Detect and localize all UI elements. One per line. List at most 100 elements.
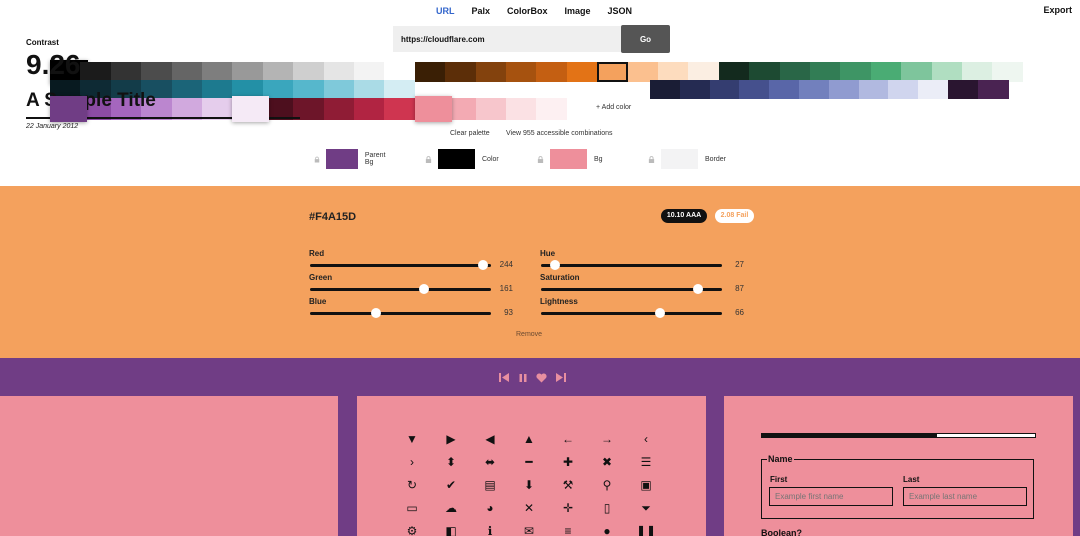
mail-icon[interactable]: ✉ [517,524,541,536]
chevron-right-icon[interactable]: › [400,455,424,469]
menu-icon[interactable]: ☰ [634,455,658,469]
close-icon[interactable]: ✖ [595,455,619,469]
palette-swatch[interactable] [962,62,993,82]
palette-swatch[interactable] [992,62,1024,82]
check-icon[interactable]: ✔ [439,478,463,492]
heart-icon[interactable] [536,372,547,383]
lock-icon[interactable] [648,155,655,163]
chevron-left-icon[interactable]: ‹ [634,432,658,446]
palette-swatch[interactable] [232,96,270,122]
palette-swatch[interactable] [506,62,537,82]
palette-swatch[interactable] [597,62,629,82]
slider-lightness[interactable] [541,308,722,318]
tab-colorbox[interactable]: ColorBox [507,6,548,16]
list-icon[interactable]: ≡ [556,524,580,536]
palette-swatch[interactable] [384,62,416,82]
last-name-input[interactable] [903,487,1027,506]
pause-icon[interactable]: ❚❚ [634,524,658,536]
palette-swatch[interactable] [977,80,1009,99]
skip-forward-icon[interactable] [555,372,566,383]
slider-handle[interactable] [419,284,430,294]
slider-handle[interactable] [655,308,666,318]
palette-swatch[interactable] [536,98,568,120]
palette-swatch[interactable] [650,80,681,99]
palette-swatch[interactable] [475,98,507,120]
palette-swatch[interactable] [799,80,830,99]
palette-swatch[interactable] [709,80,741,99]
clear-palette-link[interactable]: Clear palette [450,130,490,137]
palette-swatch[interactable] [293,62,325,82]
skip-back-icon[interactable] [498,372,509,383]
palette-swatch[interactable] [262,62,294,82]
tab-json[interactable]: JSON [608,6,633,16]
expand-vertical-icon[interactable]: ⬍ [439,455,463,469]
slider-saturation[interactable] [541,284,722,294]
palette-swatch[interactable] [141,62,173,82]
role-swatch[interactable] [550,149,587,169]
view-combinations-link[interactable]: View 955 accessible combinations [506,130,613,137]
url-input[interactable] [393,26,621,52]
caret-left-icon[interactable]: ◀ [478,432,502,446]
calendar-icon[interactable]: ▤ [478,478,502,492]
role-swatch[interactable] [661,149,698,169]
palette-swatch[interactable] [50,96,87,122]
caret-up-icon[interactable]: ▲ [517,432,541,446]
tab-palx[interactable]: Palx [472,6,491,16]
palette-swatch[interactable] [354,62,385,82]
go-button[interactable]: Go [621,25,670,53]
caret-right-icon[interactable]: ▶ [439,432,463,446]
palette-swatch[interactable] [354,98,385,120]
hex-value[interactable]: #F4A15D [309,211,356,223]
add-color-button[interactable]: + Add color [596,104,631,111]
role-swatch[interactable] [438,149,475,169]
palette-swatch[interactable] [901,62,933,82]
palette-swatch[interactable] [536,62,568,82]
palette-swatch[interactable] [202,80,233,99]
palette-swatch[interactable] [688,62,720,82]
role-swatch[interactable] [326,149,358,169]
palette-swatch[interactable] [718,62,750,82]
tab-url[interactable]: URL [436,6,455,16]
palette-swatch[interactable] [171,80,203,99]
palette-swatch[interactable] [679,80,711,99]
palette-swatch[interactable] [384,98,416,120]
lock-icon[interactable] [537,155,544,163]
chat-icon[interactable]: ▣ [634,478,658,492]
palette-swatch[interactable] [858,80,890,99]
palette-swatch[interactable] [414,62,446,82]
pie-chart-icon[interactable]: ◕ [478,501,502,515]
slider-red[interactable] [310,260,491,270]
palette-swatch[interactable] [475,62,507,82]
palette-swatch[interactable] [810,62,841,82]
palette-swatch[interactable] [232,62,264,82]
palette-swatch[interactable] [888,80,920,99]
minus-icon[interactable]: ━ [517,455,541,469]
caret-down-icon[interactable]: ▼ [400,432,424,446]
palette-swatch[interactable] [506,98,537,120]
shrink-icon[interactable]: ✕ [517,501,541,515]
remove-color-button[interactable]: Remove [516,331,542,338]
palette-swatch[interactable] [769,80,801,99]
palette-swatch[interactable] [739,80,771,99]
slider-handle[interactable] [371,308,381,318]
pause-icon[interactable] [517,372,528,383]
document-icon[interactable]: ▯ [595,501,619,515]
refresh-icon[interactable]: ↻ [400,478,424,492]
slider-green[interactable] [310,284,491,294]
palette-swatch[interactable] [354,80,385,99]
palette-swatch[interactable] [566,62,598,82]
palette-swatch[interactable] [110,62,142,82]
slider-hue[interactable] [541,260,722,270]
arrow-left-icon[interactable]: ← [556,432,580,446]
palette-swatch[interactable] [293,80,325,99]
role-border[interactable]: Border [648,149,726,169]
palette-swatch[interactable] [931,62,963,82]
palette-swatch[interactable] [828,80,860,99]
download-icon[interactable]: ⬇ [517,478,541,492]
palette-swatch[interactable] [627,62,659,82]
check-circle-icon[interactable]: ● [595,524,619,536]
export-button[interactable]: Export [1043,5,1072,15]
lock-icon[interactable] [314,156,320,163]
tab-image[interactable]: Image [565,6,591,16]
role-bg[interactable]: Bg [537,149,603,169]
